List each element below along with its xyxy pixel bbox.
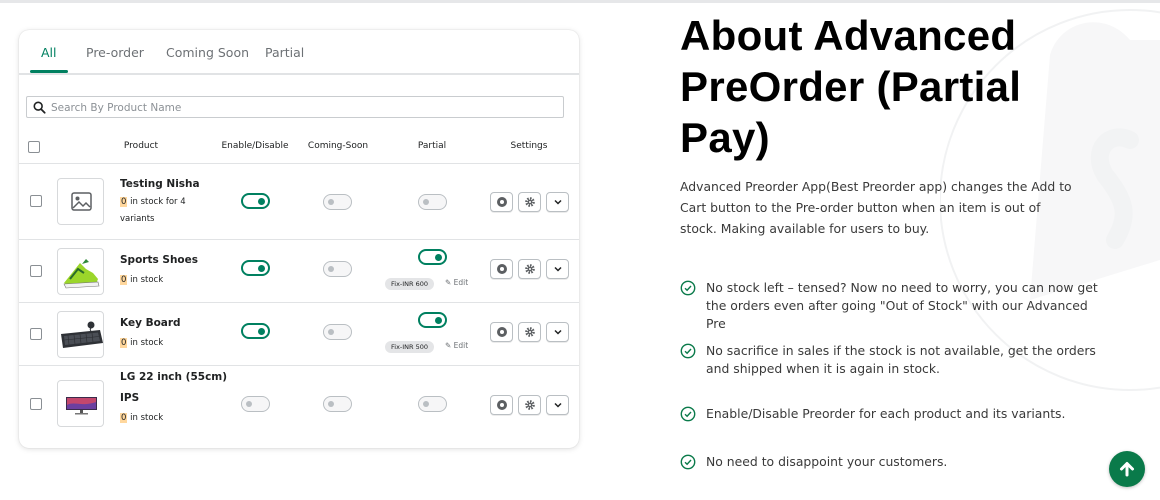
page-title: About Advanced PreOrder (Partial Pay) <box>680 12 1022 161</box>
edit-icon: ✎ <box>445 278 454 287</box>
partial-toggle[interactable] <box>418 396 447 412</box>
column-header-product: Product <box>123 141 159 151</box>
search-icon <box>33 101 46 114</box>
column-header-enable-disable: Enable/Disable <box>221 141 289 151</box>
partial-toggle[interactable] <box>418 312 447 328</box>
eye-icon <box>496 327 507 337</box>
expand-button[interactable] <box>546 395 569 415</box>
image-placeholder-icon <box>71 192 92 211</box>
edit-partial-link[interactable]: ✎ Edit <box>445 278 468 287</box>
column-header-partial: Partial <box>417 141 447 151</box>
gear-icon <box>524 197 535 207</box>
arrow-up-icon <box>1120 462 1134 477</box>
tab-pre-order[interactable]: Pre-order <box>86 45 144 60</box>
enable-toggle[interactable] <box>241 193 270 209</box>
preview-button[interactable] <box>490 395 513 415</box>
settings-button[interactable] <box>518 259 541 279</box>
search-box[interactable] <box>26 96 564 118</box>
select-all-checkbox[interactable] <box>28 141 40 153</box>
stock-status: 0 in stock <box>120 275 164 285</box>
check-circle-icon <box>680 406 696 422</box>
partial-toggle[interactable] <box>418 194 447 210</box>
table-row: Sports Shoes 0 in stock Fix-INR 600 ✎ Ed… <box>19 240 579 302</box>
keyboard-image <box>61 321 103 348</box>
check-circle-icon <box>680 280 696 296</box>
preorder-app-card: All Pre-order Coming Soon Partial Produc… <box>19 30 579 448</box>
product-thumbnail <box>57 178 104 225</box>
product-name: Key Board <box>120 317 181 329</box>
row-checkbox[interactable] <box>30 328 42 340</box>
shoe-image <box>63 259 100 289</box>
filter-tabs: All Pre-order Coming Soon Partial <box>19 30 579 75</box>
tab-coming-soon[interactable]: Coming Soon <box>166 45 249 60</box>
partial-toggle[interactable] <box>418 249 447 265</box>
preview-button[interactable] <box>490 192 513 212</box>
row-checkbox[interactable] <box>30 265 42 277</box>
enable-toggle[interactable] <box>241 323 270 339</box>
product-thumbnail <box>57 248 104 295</box>
app-description: Advanced Preorder App(Best Preorder app)… <box>680 179 1072 236</box>
product-name: LG 22 inch (55cm) <box>120 371 228 383</box>
settings-button[interactable] <box>518 395 541 415</box>
chevron-down-icon <box>553 266 562 272</box>
coming-soon-toggle[interactable] <box>323 396 352 412</box>
stock-status: 0 in stock <box>120 338 164 348</box>
row-checkbox[interactable] <box>30 398 42 410</box>
search-input[interactable] <box>51 100 551 115</box>
feature-text: No stock left – tensed? Now no need to w… <box>706 280 1098 331</box>
chevron-down-icon <box>553 329 562 335</box>
product-name-line-2: IPS <box>120 392 140 404</box>
eye-icon <box>496 400 507 410</box>
chevron-down-icon <box>553 402 562 408</box>
table-row: LG 22 inch (55cm) IPS 0 in stock <box>19 366 579 444</box>
stock-status: 0 in stock <box>120 413 164 423</box>
tab-all[interactable]: All <box>41 45 57 60</box>
product-thumbnail <box>57 311 104 358</box>
preview-button[interactable] <box>490 259 513 279</box>
expand-button[interactable] <box>546 322 569 342</box>
product-name: Sports Shoes <box>120 254 199 266</box>
eye-icon <box>496 264 507 274</box>
feature-text: Enable/Disable Preorder for each product… <box>706 406 1066 421</box>
feature-text: No sacrifice in sales if the stock is no… <box>706 343 1096 376</box>
chevron-down-icon <box>553 199 562 205</box>
gear-icon <box>524 400 535 410</box>
table-row: Testing Nisha 0 in stock for 4 variants <box>19 164 579 239</box>
product-thumbnail <box>57 380 104 427</box>
check-circle-icon <box>680 454 696 470</box>
tab-partial[interactable]: Partial <box>265 45 304 60</box>
enable-toggle[interactable] <box>241 260 270 276</box>
settings-button[interactable] <box>518 192 541 212</box>
row-checkbox[interactable] <box>30 195 42 207</box>
coming-soon-toggle[interactable] <box>323 261 352 277</box>
coming-soon-toggle[interactable] <box>323 324 352 340</box>
preview-button[interactable] <box>490 322 513 342</box>
column-header-settings: Settings <box>510 141 548 151</box>
settings-button[interactable] <box>518 322 541 342</box>
scroll-to-top-button[interactable] <box>1109 451 1145 487</box>
active-tab-indicator <box>30 70 68 73</box>
partial-amount-badge: Fix-INR 600 <box>385 278 435 290</box>
expand-button[interactable] <box>546 192 569 212</box>
feature-text: No need to disappoint your customers. <box>706 454 948 469</box>
monitor-image <box>66 397 97 415</box>
enable-toggle[interactable] <box>241 396 270 412</box>
table-row: Key Board 0 in stock Fix-INR 500 ✎ Edit <box>19 303 579 365</box>
gear-icon <box>524 264 535 274</box>
edit-partial-link[interactable]: ✎ Edit <box>445 341 468 350</box>
column-header-coming-soon: Coming-Soon <box>307 141 369 151</box>
gear-icon <box>524 327 535 337</box>
edit-icon: ✎ <box>445 341 454 350</box>
check-circle-icon <box>680 343 696 359</box>
coming-soon-toggle[interactable] <box>323 194 352 210</box>
partial-amount-badge: Fix-INR 500 <box>385 341 435 353</box>
eye-icon <box>496 197 507 207</box>
product-name: Testing Nisha <box>120 178 200 190</box>
stock-status: 0 in stock for 4 variants <box>120 197 186 224</box>
expand-button[interactable] <box>546 259 569 279</box>
